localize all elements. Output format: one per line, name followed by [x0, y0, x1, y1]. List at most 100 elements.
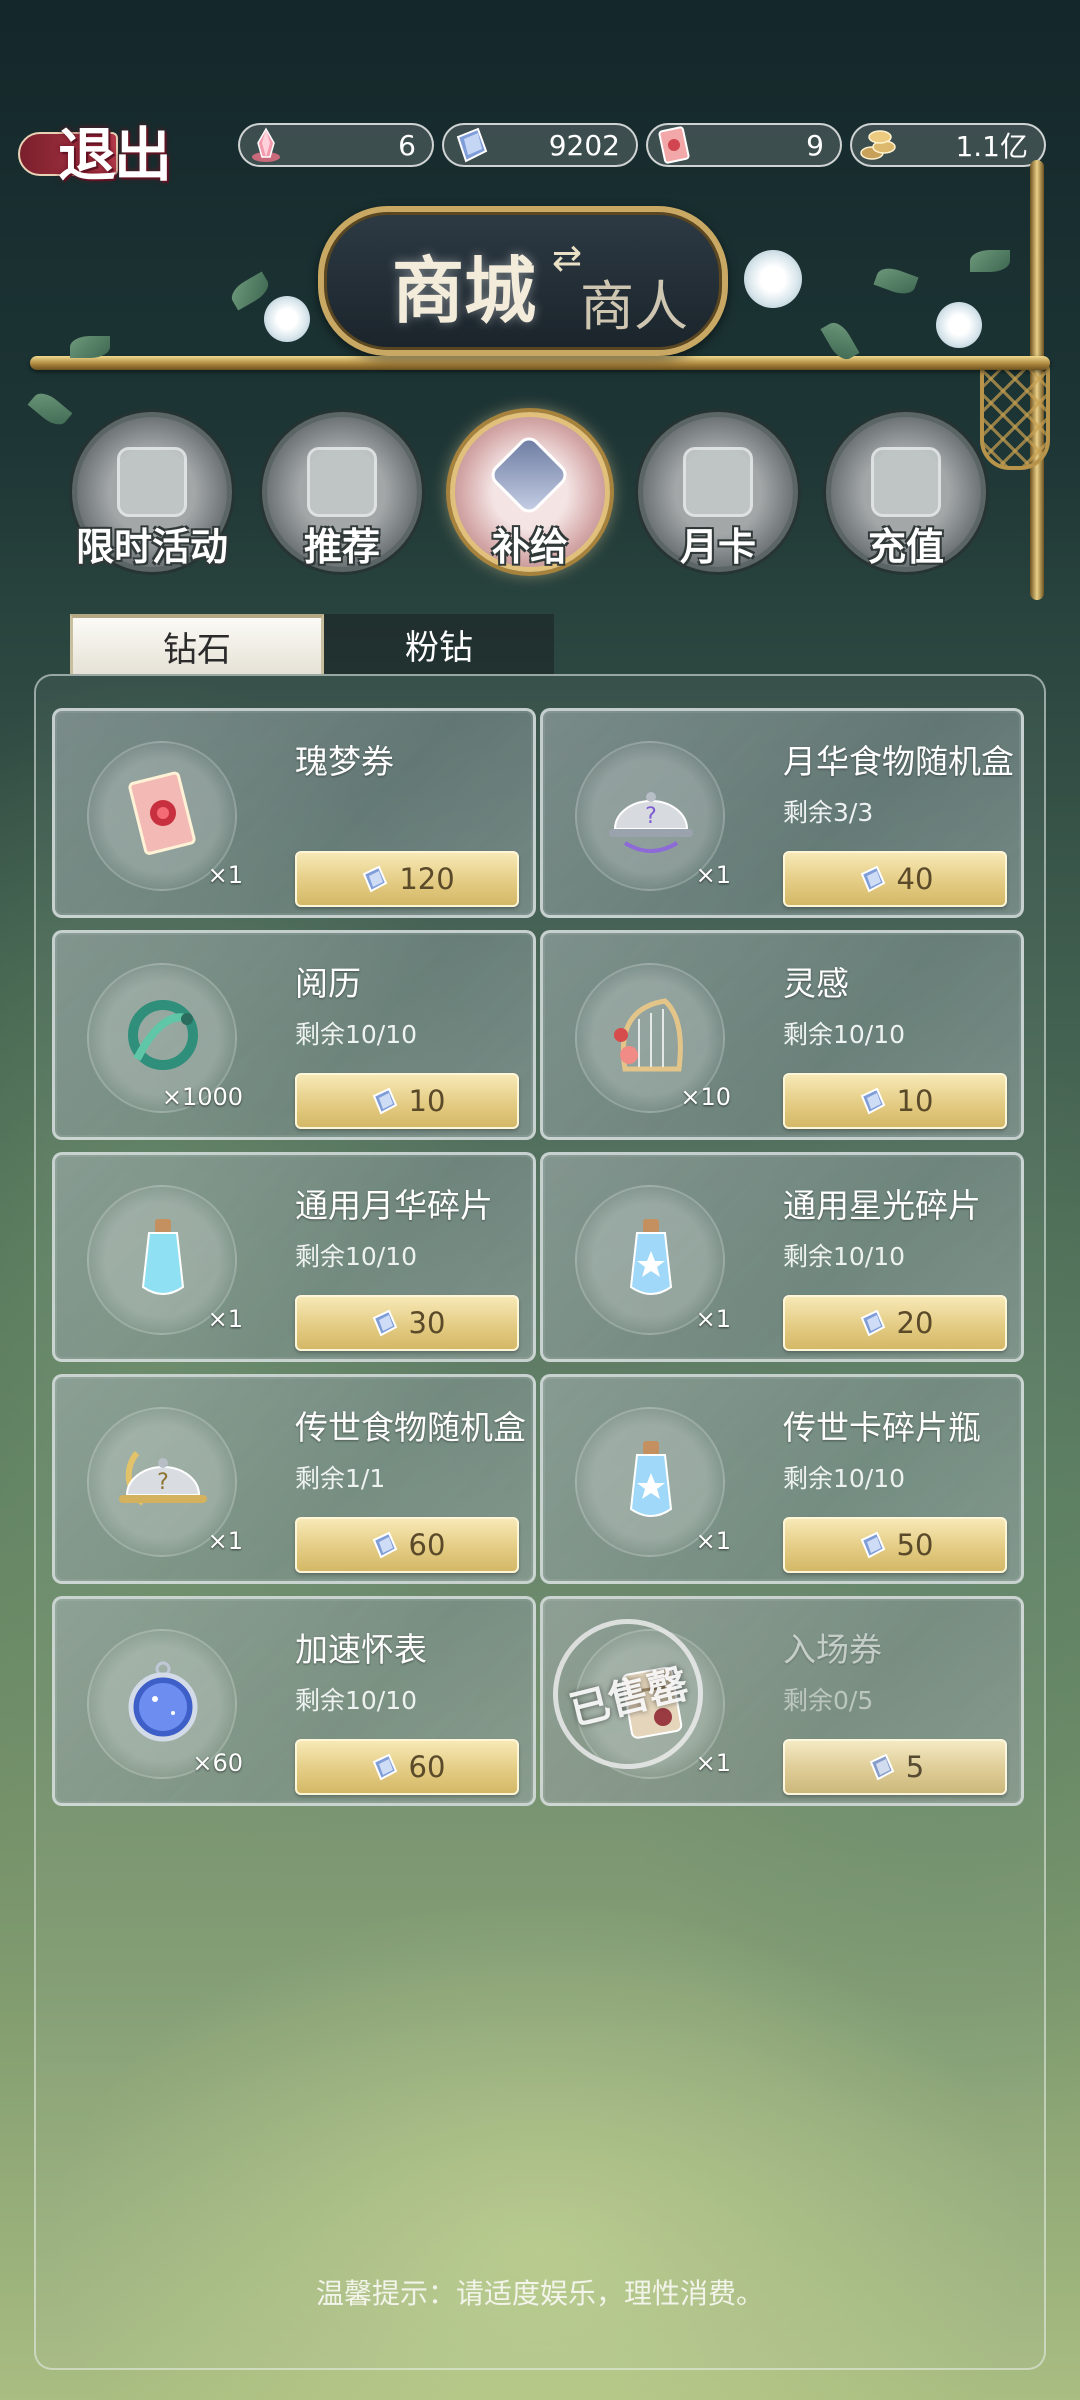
- category-label: 充值: [867, 524, 944, 569]
- category-label: 限时活动: [75, 524, 228, 569]
- pink-crystal-icon: [252, 127, 280, 162]
- category-supply[interactable]: 补给: [450, 412, 610, 572]
- shop-item-card[interactable]: ×1000 阅历 剩余10/10 10: [52, 930, 536, 1140]
- buy-button[interactable]: 10: [295, 1073, 519, 1129]
- buy-button[interactable]: 20: [783, 1295, 1007, 1351]
- buy-button[interactable]: 5: [783, 1739, 1007, 1795]
- sign-rail: [30, 356, 1050, 370]
- blue-diamond-icon: [869, 1753, 895, 1781]
- category-label: 推荐: [303, 524, 380, 569]
- item-price: 10: [408, 1084, 446, 1118]
- currency-blue-diamond[interactable]: 9202: [442, 123, 638, 167]
- blue-diamond-icon: [372, 1309, 397, 1337]
- svg-text:?: ?: [157, 1470, 169, 1495]
- moon-potion-icon: [124, 1219, 185, 1303]
- currency-gold-coin[interactable]: 1.1亿: [850, 123, 1046, 167]
- buy-button[interactable]: 30: [295, 1295, 519, 1351]
- shop-item-card[interactable]: ? ×1 传世食物随机盒 剩余1/1 60: [52, 1374, 536, 1584]
- footer-tip: 温馨提示：请适度娱乐，理性消费。: [315, 2277, 764, 2310]
- item-name: 加速怀表: [295, 1630, 427, 1669]
- category-recommend[interactable]: 推荐: [262, 412, 422, 572]
- merchant-switch[interactable]: 商人: [580, 262, 688, 341]
- item-remaining: 剩余0/5: [783, 1686, 874, 1715]
- buy-button[interactable]: 50: [783, 1517, 1007, 1573]
- gold-cloche-icon: ?: [119, 1451, 207, 1506]
- shop-item-card[interactable]: ×1 传世卡碎片瓶 剩余10/10 50: [540, 1374, 1024, 1584]
- category-recharge[interactable]: 充值: [826, 412, 986, 572]
- treasure-chest-icon: [307, 447, 377, 517]
- item-name: 瑰梦券: [295, 742, 394, 781]
- item-quantity: ×10: [680, 1083, 731, 1111]
- buy-button[interactable]: 60: [295, 1517, 519, 1573]
- lattice-ornament-icon: [980, 360, 1050, 470]
- swap-icon: ⇄: [552, 238, 583, 279]
- rose-ticket-icon: [128, 771, 196, 855]
- item-remaining: 剩余10/10: [295, 1020, 418, 1049]
- item-name: 阅历: [295, 964, 361, 1003]
- tab-pink-diamond[interactable]: 粉钻: [324, 614, 554, 674]
- white-rose-icon: [264, 296, 310, 342]
- shop-item-card[interactable]: ×10 灵感 剩余10/10 10: [540, 930, 1024, 1140]
- buy-button[interactable]: 60: [295, 1739, 519, 1795]
- category-label: 月卡: [679, 524, 756, 569]
- item-price: 60: [408, 1528, 446, 1562]
- blue-diamond-icon: [372, 1087, 397, 1115]
- item-quantity: ×1000: [161, 1083, 243, 1111]
- currency-value: 9: [806, 128, 824, 162]
- item-price: 120: [399, 862, 455, 896]
- item-name: 通用月华碎片: [295, 1186, 493, 1225]
- leaf-icon: [970, 250, 1010, 272]
- item-price: 10: [896, 1084, 934, 1118]
- shop-item-card[interactable]: ×1 通用月华碎片 剩余10/10 30: [52, 1152, 536, 1362]
- item-price: 30: [408, 1306, 446, 1340]
- gold-moon-potion-icon: [612, 1441, 673, 1525]
- currency-pink-crystal[interactable]: 6: [238, 123, 434, 167]
- item-name: 月华食物随机盒: [783, 742, 1014, 781]
- item-quantity: ×1: [695, 1527, 731, 1555]
- item-quantity: ×60: [192, 1749, 243, 1777]
- item-price: 5: [905, 1750, 925, 1784]
- item-name: 传世卡碎片瓶: [783, 1408, 981, 1447]
- item-price: 50: [896, 1528, 934, 1562]
- item-quantity: ×1: [695, 1305, 731, 1333]
- blue-diamond-icon: [363, 865, 388, 893]
- currency-pink-ticket[interactable]: 9: [646, 123, 842, 167]
- blue-diamond-icon: [456, 127, 488, 163]
- svg-text:?: ?: [645, 804, 657, 829]
- item-remaining: 剩余1/1: [295, 1464, 386, 1493]
- shop-title: 商城: [392, 248, 537, 333]
- item-remaining: 剩余3/3: [783, 798, 874, 827]
- currency-value: 1.1亿: [955, 130, 1028, 163]
- shop-item-card[interactable]: ? ×1 月华食物随机盒 剩余3/3 40: [540, 708, 1024, 918]
- item-remaining: 剩余10/10: [295, 1686, 418, 1715]
- category-label: 补给: [491, 524, 568, 569]
- item-remaining: 剩余10/10: [783, 1464, 906, 1493]
- tab-diamond[interactable]: 钻石: [70, 614, 324, 674]
- gem-stack-icon: [871, 447, 941, 517]
- white-rose-icon: [744, 250, 802, 308]
- item-quantity: ×1: [695, 1749, 731, 1777]
- currency-value: 6: [398, 128, 416, 162]
- blue-diamond-icon: [860, 1087, 885, 1115]
- item-price: 60: [408, 1750, 446, 1784]
- blue-diamond-icon: [860, 865, 885, 893]
- leaf-icon: [70, 336, 110, 358]
- blue-diamond-icon: [860, 1531, 885, 1559]
- serpent-emblem-icon: [128, 1000, 198, 1070]
- buy-button[interactable]: 120: [295, 851, 519, 907]
- category-monthly-card[interactable]: 月卡: [638, 412, 798, 572]
- category-limited-event[interactable]: 限时活动: [72, 412, 232, 572]
- shop-item-card[interactable]: ×1 通用星光碎片 剩余10/10 20: [540, 1152, 1024, 1362]
- item-remaining: 剩余10/10: [295, 1242, 418, 1271]
- shop-item-card[interactable]: ×1 瑰梦券 120: [52, 708, 536, 918]
- buy-button[interactable]: 40: [783, 851, 1007, 907]
- shop-item-card[interactable]: ×60 加速怀表 剩余10/10 60: [52, 1596, 536, 1806]
- shop-item-card[interactable]: ×1 入场券 剩余0/5 5 已售罄: [537, 1596, 1024, 1806]
- item-remaining: 剩余10/10: [783, 1242, 906, 1271]
- item-quantity: ×1: [207, 861, 243, 889]
- item-quantity: ×1: [695, 861, 731, 889]
- item-name: 入场券: [783, 1630, 882, 1669]
- silver-cloche-icon: ?: [609, 792, 693, 853]
- buy-button[interactable]: 10: [783, 1073, 1007, 1129]
- exit-button[interactable]: 退出: [14, 110, 184, 190]
